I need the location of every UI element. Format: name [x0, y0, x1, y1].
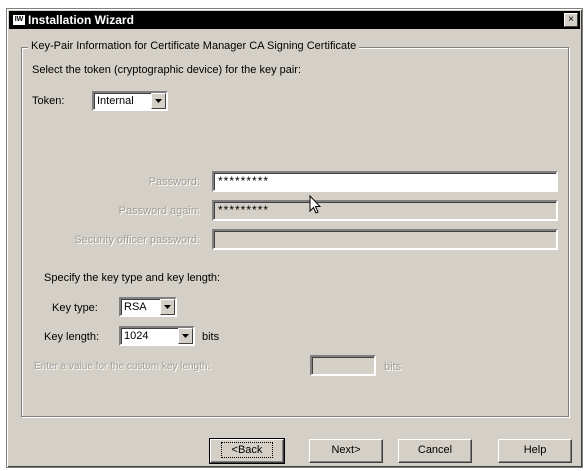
- installation-wizard-window: IW Installation Wizard × Key-Pair Inform…: [6, 8, 583, 468]
- back-button-label: <Back: [220, 442, 274, 458]
- key-length-label: Key length:: [44, 331, 100, 343]
- key-length-select[interactable]: 1024: [119, 326, 195, 346]
- key-type-value: RSA: [124, 301, 147, 313]
- key-type-label: Key type:: [52, 302, 98, 314]
- cancel-button[interactable]: Cancel: [398, 439, 472, 463]
- key-pair-group: Key-Pair Information for Certificate Man…: [21, 40, 569, 417]
- window-title: Installation Wizard: [28, 13, 134, 27]
- password-again-field[interactable]: *********: [212, 200, 558, 221]
- custom-key-length-unit: bits: [384, 361, 402, 373]
- token-select[interactable]: Internal: [92, 91, 168, 111]
- back-button[interactable]: <Back: [209, 438, 285, 464]
- group-legend: Key-Pair Information for Certificate Man…: [28, 40, 360, 52]
- key-prompt: Specify the key type and key length:: [44, 272, 221, 284]
- token-prompt: Select the token (cryptographic device) …: [32, 64, 302, 76]
- password-field[interactable]: *********: [212, 171, 558, 192]
- next-button[interactable]: Next>: [309, 439, 383, 463]
- password-again-label: Password again:: [118, 205, 200, 217]
- password-label: Password:: [148, 176, 200, 188]
- help-button[interactable]: Help: [498, 439, 572, 463]
- chevron-down-icon[interactable]: [151, 93, 166, 109]
- chevron-down-icon[interactable]: [178, 328, 193, 344]
- custom-key-length-field[interactable]: [310, 355, 376, 376]
- token-label: Token:: [32, 95, 65, 107]
- security-officer-password-label: Security officer password:: [74, 234, 200, 246]
- key-length-unit: bits: [202, 331, 220, 343]
- mouse-pointer-icon: [309, 195, 321, 214]
- key-type-select[interactable]: RSA: [119, 297, 177, 317]
- chevron-down-icon[interactable]: [160, 299, 175, 315]
- key-length-value: 1024: [124, 330, 149, 342]
- title-bar[interactable]: IW Installation Wizard ×: [9, 11, 580, 29]
- custom-key-length-label: Enter a value for the custom key length:: [34, 361, 211, 372]
- close-icon[interactable]: ×: [564, 13, 578, 27]
- security-officer-password-field[interactable]: [212, 229, 558, 250]
- wizard-app-icon: IW: [13, 15, 25, 25]
- token-select-value: Internal: [97, 95, 134, 107]
